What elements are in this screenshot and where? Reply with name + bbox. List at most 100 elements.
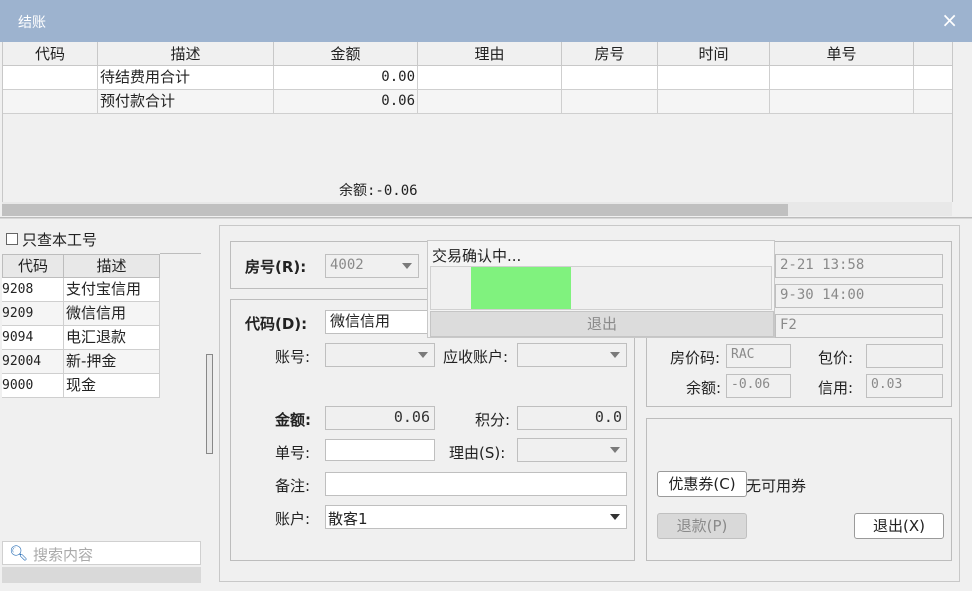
list-header-code[interactable]: 代码 xyxy=(2,254,64,278)
chevron-down-icon xyxy=(418,352,428,358)
col-header-blank xyxy=(914,42,953,66)
grid-balance: 余额:-0.06 xyxy=(339,183,418,199)
refund-button[interactable]: 退款(P) xyxy=(657,513,747,539)
account-value: 散客1 xyxy=(328,510,368,528)
close-icon[interactable]: × xyxy=(941,8,958,32)
table-row[interactable] xyxy=(3,90,98,114)
remark-label: 备注: xyxy=(275,477,311,495)
package-label: 包价: xyxy=(818,349,854,367)
chevron-down-icon xyxy=(610,352,620,358)
credit-label: 信用: xyxy=(818,379,854,397)
list-item-desc[interactable]: 支付宝信用 xyxy=(64,278,160,302)
col-header-code[interactable]: 代码 xyxy=(3,42,98,66)
horizontal-scrollbar[interactable] xyxy=(2,202,952,216)
popup-exit-button[interactable]: 退出 xyxy=(430,311,774,337)
rate-code-field: RAC xyxy=(726,344,791,368)
progress-bar xyxy=(430,266,772,310)
col-header-amount[interactable]: 金额 xyxy=(274,42,418,66)
receivable-label: 应收账户: xyxy=(443,348,509,366)
chevron-down-icon xyxy=(402,263,412,269)
table-cell-no[interactable] xyxy=(770,66,914,90)
receivable-select[interactable] xyxy=(517,343,627,367)
only-me-checkbox[interactable] xyxy=(6,233,18,245)
credit-field: 0.03 xyxy=(866,374,943,398)
popup-title: 交易确认中... xyxy=(432,247,522,265)
splitter-handle[interactable] xyxy=(206,354,213,454)
table-cell-desc[interactable]: 待结费用合计 xyxy=(98,66,274,90)
divider xyxy=(160,253,201,254)
table-cell-reason[interactable] xyxy=(418,66,562,90)
account-no-label: 账号: xyxy=(275,348,311,366)
list-item-code[interactable]: 9000 xyxy=(2,374,64,398)
progress-fill xyxy=(471,267,571,309)
payment-code-list: 代码 描述 9208 支付宝信用 9209 微信信用 9094 电汇退款 920… xyxy=(2,254,160,400)
grid-footer: 余额:-0.06 xyxy=(3,178,953,202)
rate-code-label: 房价码: xyxy=(670,349,721,367)
search-field[interactable]: 🔍︎ 搜索内容 xyxy=(2,541,201,565)
search-icon: 🔍︎ xyxy=(9,544,29,562)
info-balance-label: 余额: xyxy=(686,379,722,397)
col-header-room[interactable]: 房号 xyxy=(562,42,658,66)
table-cell-amount[interactable]: 0.00 xyxy=(274,66,418,90)
scrollbar-thumb[interactable] xyxy=(2,204,788,216)
divider xyxy=(0,217,972,219)
list-header-desc[interactable]: 描述 xyxy=(63,254,160,278)
points-label: 积分: xyxy=(475,411,511,429)
arrive-time-field: 2-21 13:58 xyxy=(775,254,943,278)
table-cell-blank xyxy=(914,66,953,90)
account-label: 账户: xyxy=(275,510,311,528)
grid-empty-area xyxy=(3,114,953,179)
points-field[interactable]: 0.0 xyxy=(517,406,627,430)
bill-no-field[interactable] xyxy=(325,439,435,461)
list-item-desc[interactable]: 电汇退款 xyxy=(64,326,160,350)
code-field[interactable]: 微信信用 xyxy=(325,310,435,334)
amount-field[interactable]: 0.06 xyxy=(325,406,435,430)
search-placeholder: 搜索内容 xyxy=(33,546,94,564)
reason-label: 理由(S): xyxy=(449,444,506,462)
action-group: 优惠券(C) 无可用券 退款(P) 退出(X) xyxy=(646,418,952,561)
only-me-label: 只查本工号 xyxy=(22,231,98,249)
list-item-desc[interactable]: 新-押金 xyxy=(64,350,160,374)
list-item-code[interactable]: 9209 xyxy=(2,302,64,326)
leave-time-field: 9-30 14:00 xyxy=(775,284,943,308)
list-item-code[interactable]: 9208 xyxy=(2,278,64,302)
col-header-time[interactable]: 时间 xyxy=(658,42,770,66)
chevron-down-icon xyxy=(610,447,620,453)
room-select[interactable]: 4002 xyxy=(325,254,419,278)
col-header-desc[interactable]: 描述 xyxy=(98,42,274,66)
table-cell-room[interactable] xyxy=(562,90,658,114)
coupon-button[interactable]: 优惠券(C) xyxy=(657,471,747,497)
table-cell-amount[interactable]: 0.06 xyxy=(274,90,418,114)
package-field xyxy=(866,344,943,368)
list-item-desc[interactable]: 微信信用 xyxy=(64,302,160,326)
confirm-popup: 交易确认中... 退出 xyxy=(427,240,775,338)
account-select[interactable]: 散客1 xyxy=(325,505,627,529)
table-row[interactable] xyxy=(3,66,98,90)
guest-field: F2 xyxy=(775,314,943,338)
list-item-code[interactable]: 9094 xyxy=(2,326,64,350)
room-label: 房号(R): xyxy=(245,258,307,276)
list-item-code[interactable]: 92004 xyxy=(2,350,64,374)
left-status-bar xyxy=(2,567,201,583)
coupon-status: 无可用券 xyxy=(746,477,807,495)
reason-select[interactable] xyxy=(517,438,627,462)
window-title: 结账 xyxy=(18,15,46,31)
table-cell-no[interactable] xyxy=(770,90,914,114)
table-cell-time[interactable] xyxy=(658,66,770,90)
entry-group: 代码(D): 微信信用 账号: 应收账户: 金额: 0.06 积分: 0.0 单… xyxy=(230,299,635,561)
list-item-desc[interactable]: 现金 xyxy=(64,374,160,398)
amount-label: 金额: xyxy=(275,411,311,429)
table-cell-time[interactable] xyxy=(658,90,770,114)
table-cell-reason[interactable] xyxy=(418,90,562,114)
remark-field[interactable] xyxy=(325,472,627,496)
account-no-select[interactable] xyxy=(325,343,435,367)
info-balance-field: -0.06 xyxy=(726,374,791,398)
table-cell-desc[interactable]: 预付款合计 xyxy=(98,90,274,114)
col-header-reason[interactable]: 理由 xyxy=(418,42,562,66)
grid-side-strip xyxy=(952,42,972,202)
chevron-down-icon xyxy=(610,514,620,520)
exit-button[interactable]: 退出(X) xyxy=(854,513,944,539)
bill-no-label: 单号: xyxy=(275,444,311,462)
table-cell-room[interactable] xyxy=(562,66,658,90)
col-header-no[interactable]: 单号 xyxy=(770,42,914,66)
